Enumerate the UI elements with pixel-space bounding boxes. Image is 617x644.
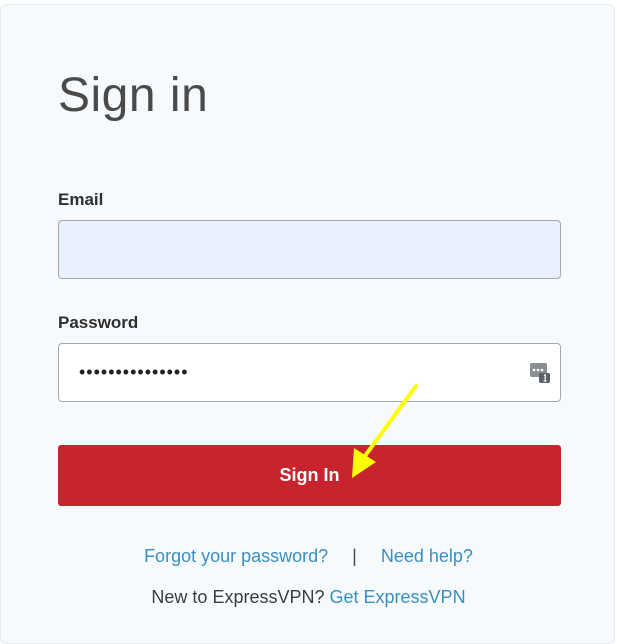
password-label: Password xyxy=(58,313,139,332)
new-user-text: New to ExpressVPN? xyxy=(151,587,325,607)
need-help-link[interactable]: Need help? xyxy=(381,546,473,566)
get-expressvpn-link[interactable]: Get ExpressVPN xyxy=(330,587,466,607)
email-field[interactable] xyxy=(58,220,561,279)
email-label: Email xyxy=(58,190,104,209)
help-links-row: Forgot your password? | Need help? xyxy=(0,546,617,567)
signup-row: New to ExpressVPN? Get ExpressVPN xyxy=(0,587,617,608)
links-separator: | xyxy=(352,546,357,566)
password-field[interactable] xyxy=(58,343,561,402)
password-manager-key-icon[interactable] xyxy=(529,362,551,384)
sign-in-button[interactable]: Sign In xyxy=(58,445,561,506)
forgot-password-link[interactable]: Forgot your password? xyxy=(144,546,328,566)
page-title: Sign in xyxy=(58,69,209,122)
